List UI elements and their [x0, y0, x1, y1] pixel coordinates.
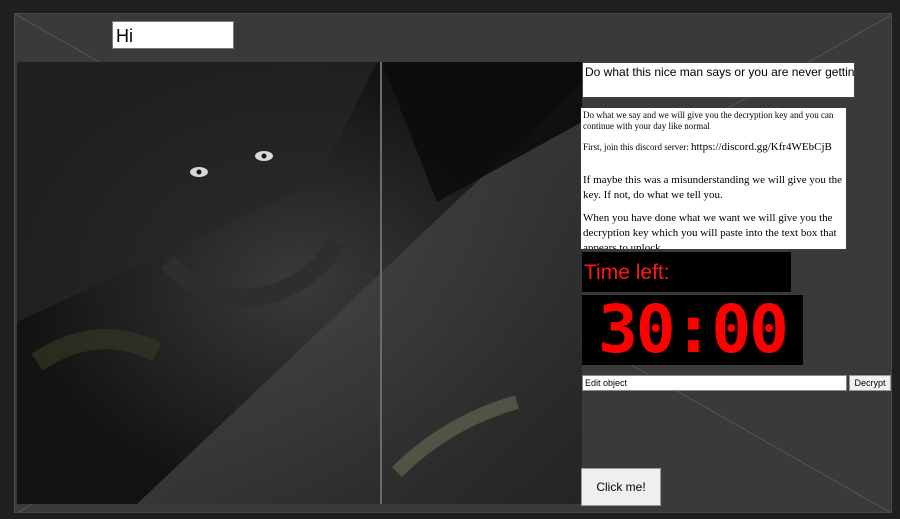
- note-line-2-prefix: First, join this discord server:: [583, 142, 689, 152]
- note-line-4: When you have done what we want we will …: [583, 212, 837, 249]
- note-line-2: First, join this discord server: https:/…: [583, 142, 844, 153]
- ransom-note: Do what we say and we will give you the …: [581, 108, 846, 249]
- greeting-label: Hi: [112, 21, 234, 49]
- headline-text: Do what this nice man says or you are ne…: [582, 62, 855, 98]
- app-window: Hi Do what this nice man says or you are…: [14, 13, 892, 513]
- click-me-button[interactable]: Click me!: [581, 468, 661, 506]
- note-line-3: If maybe this was a misunderstanding we …: [583, 174, 843, 201]
- ransom-image: [17, 62, 582, 504]
- decryption-key-input[interactable]: Edit object: [582, 375, 847, 391]
- timer-label: Time left:: [582, 252, 791, 292]
- note-line-1: Do what we say and we will give you the …: [583, 110, 834, 131]
- decrypt-button[interactable]: Decrypt: [849, 375, 891, 391]
- discord-link[interactable]: https://discord.gg/Kfr4WEbCjB: [691, 141, 832, 153]
- countdown-timer: 30:00: [582, 295, 803, 365]
